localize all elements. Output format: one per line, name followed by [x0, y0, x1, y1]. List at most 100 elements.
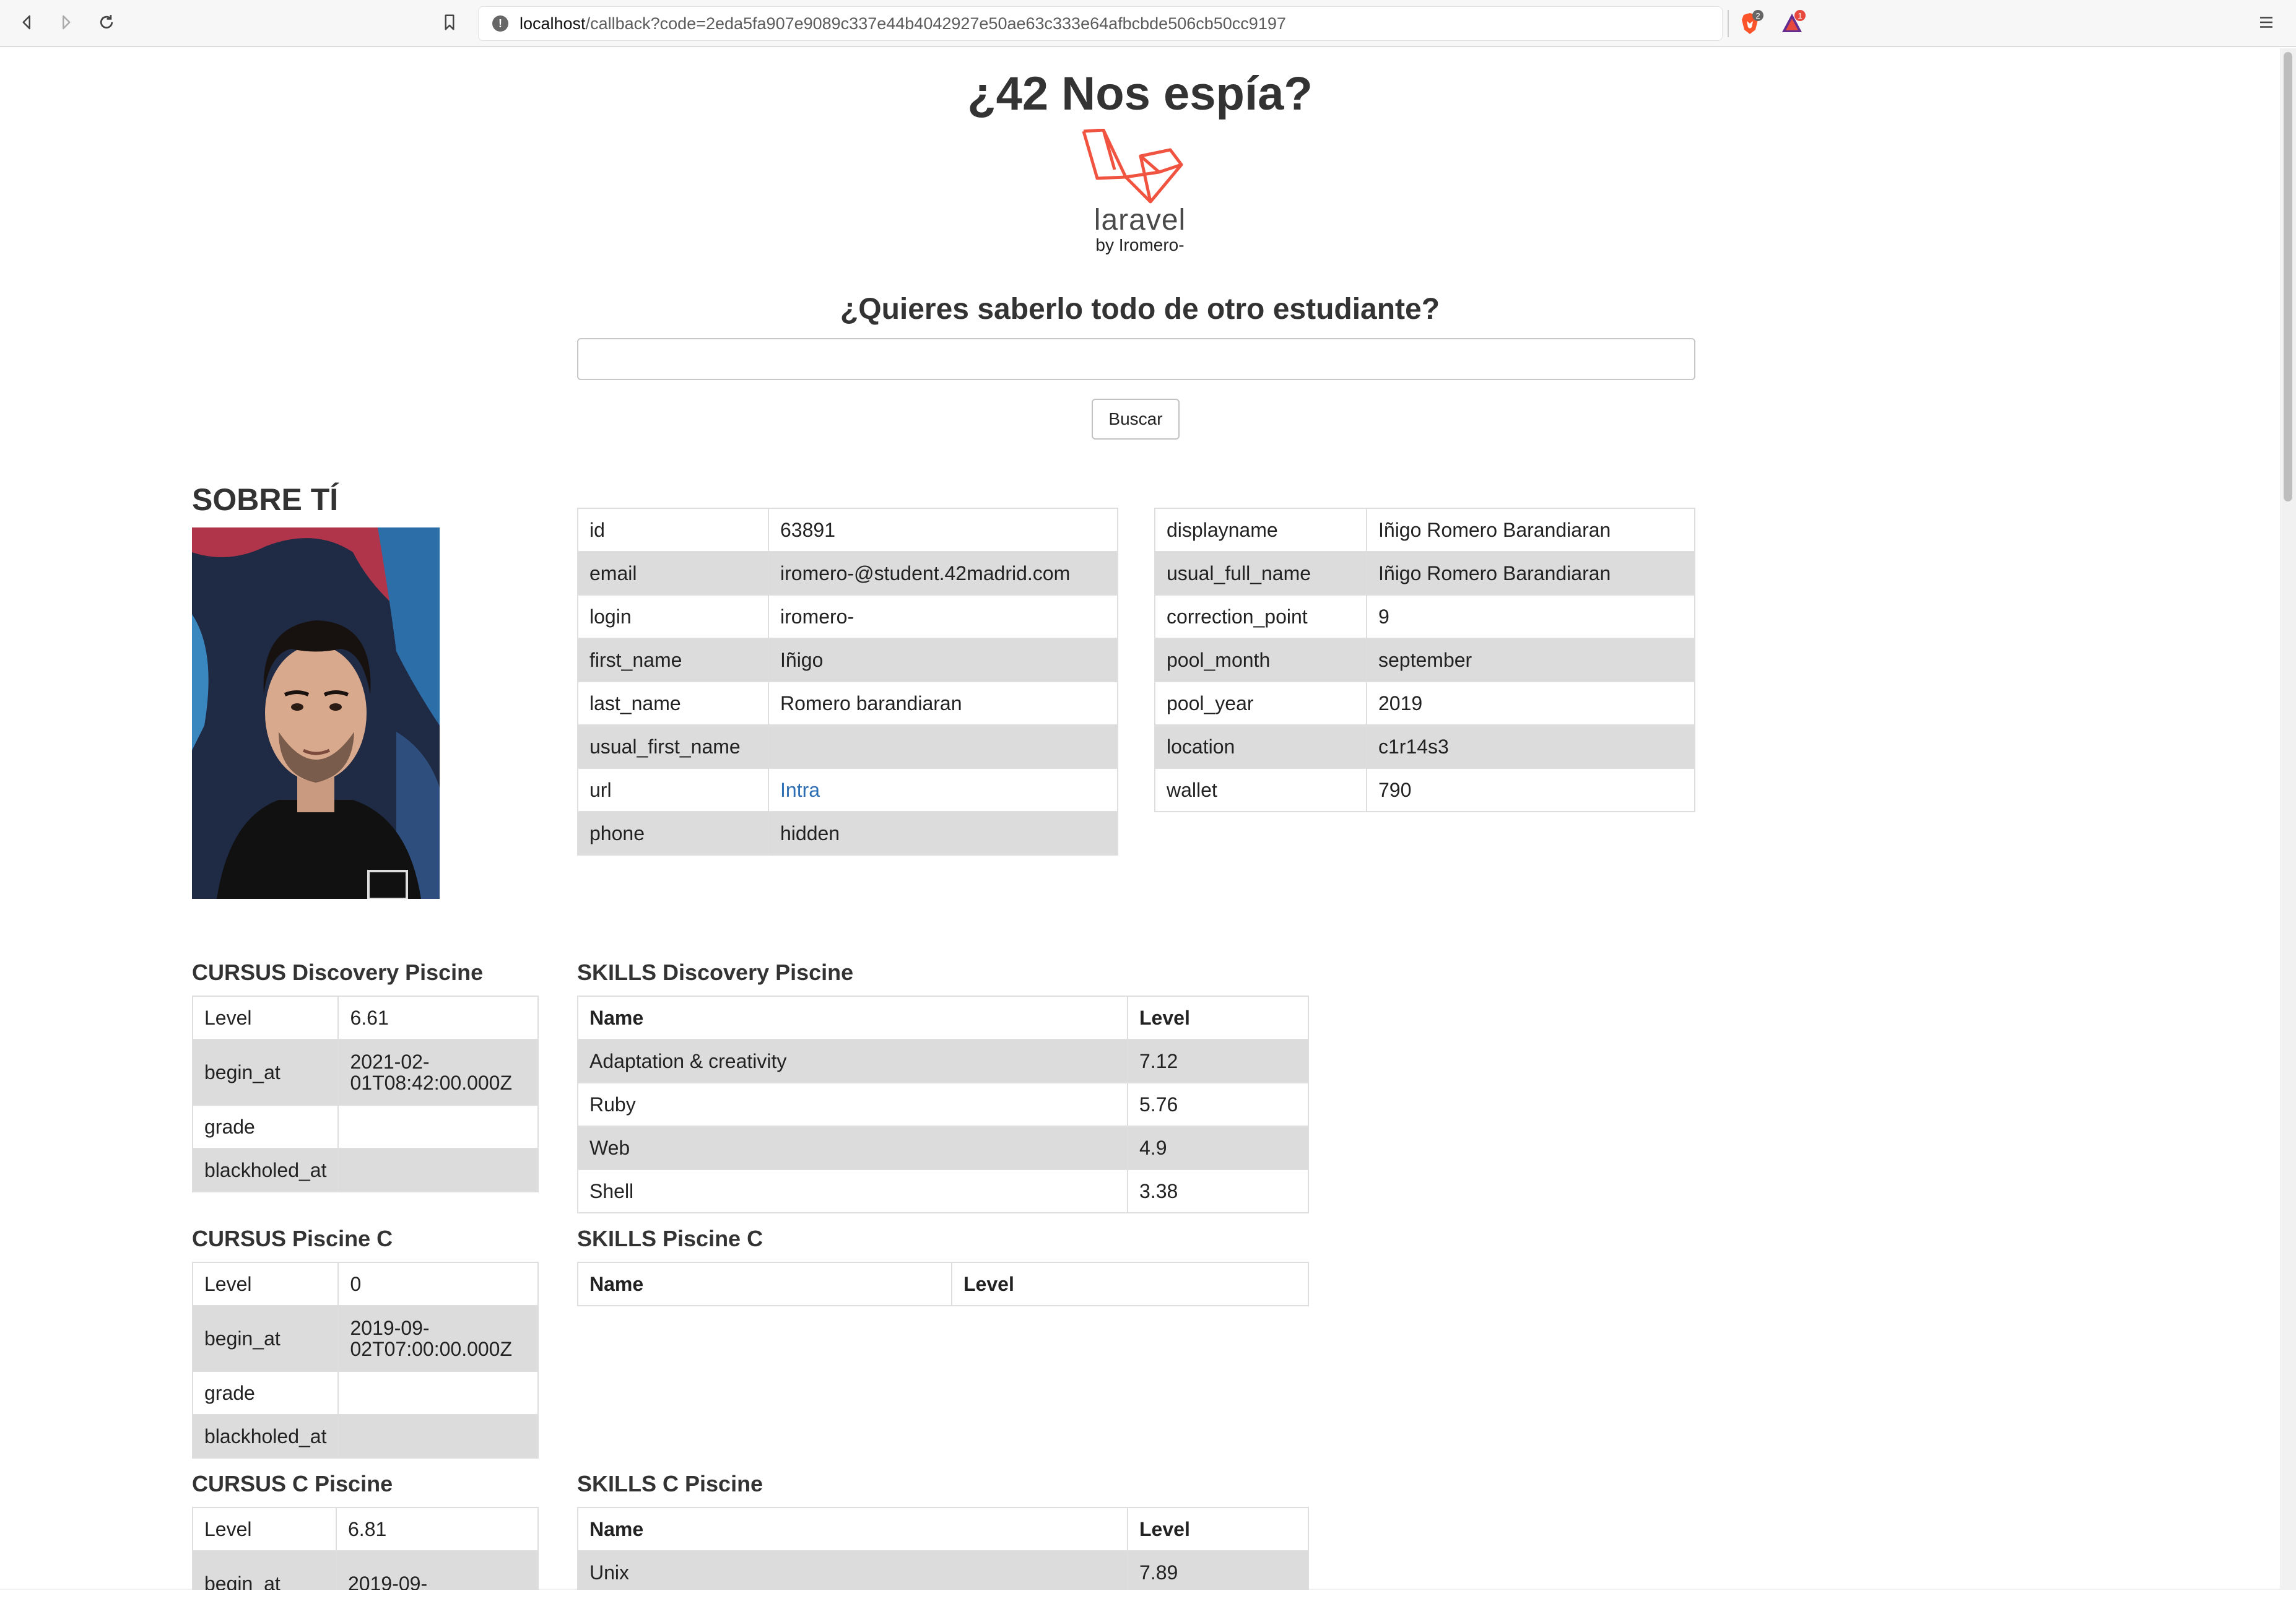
cursus-key: blackholed_at [191, 1148, 339, 1192]
info-value: iromero- [768, 594, 1118, 639]
viewport-bottom-edge [0, 1590, 2280, 1601]
laravel-logo-icon [1082, 129, 1183, 204]
date-line-2: 02T07:00:00.000Z [350, 1338, 513, 1360]
brave-rewards-button[interactable]: 1 [1777, 9, 1807, 38]
back-button[interactable] [14, 9, 41, 36]
date-line-2: 01T08:42:00.000Z [350, 1072, 513, 1094]
cursus-row-grade: grade [191, 1104, 539, 1149]
skills-heading: SKILLS Piscine C [577, 1226, 763, 1251]
cursus-table: Level 6.61 begin_at 2021-02- 01T08:42:00.000… [191, 996, 539, 1192]
info-value: Romero barandiaran [768, 681, 1118, 726]
cursus-row-blackholed-at: blackholed_at [191, 1148, 539, 1192]
search-button[interactable]: Buscar [1092, 399, 1180, 440]
brave-shields-button[interactable]: 2 [1735, 9, 1765, 38]
cursus-key: grade [191, 1371, 339, 1415]
cursus-value [337, 1414, 539, 1459]
skill-name: Unix [577, 1550, 1128, 1595]
cursus-row-begin-at: begin_at 2019-09- 02T07:00:00.000Z [191, 1305, 539, 1372]
about-heading: SOBRE TÍ [192, 482, 339, 517]
skill-row: Shell 3.38 [577, 1169, 1309, 1213]
cursus-heading: CURSUS Piscine C [192, 1226, 393, 1251]
info-key: usual_first_name [577, 724, 769, 769]
cursus-key: grade [191, 1104, 339, 1149]
date-line-1: 2019-09- [350, 1317, 430, 1339]
info-value: Intra [768, 768, 1118, 812]
cursus-row-level: Level 0 [191, 1262, 539, 1306]
info-row-url: url Intra [577, 768, 1118, 812]
rewards-count-badge: 1 [1794, 10, 1806, 21]
skill-row: Unix 7.89 [577, 1550, 1309, 1595]
cursus-value [337, 1371, 539, 1415]
skills-level-header: Level [951, 1262, 1309, 1306]
info-row-location: location c1r14s3 [1154, 724, 1695, 769]
cursus-key: begin_at [191, 1039, 339, 1106]
skills-table: Name Level [577, 1262, 1309, 1306]
info-value: Iñigo [768, 638, 1118, 682]
cursus-key: Level [191, 996, 339, 1040]
bookmark-button[interactable] [436, 9, 463, 36]
skill-name: Adaptation & creativity [577, 1039, 1128, 1083]
info-row-id: id 63891 [577, 508, 1118, 552]
cursus-value: 2021-02- 01T08:42:00.000Z [337, 1039, 539, 1106]
main-menu-button[interactable] [2253, 9, 2280, 36]
skills-table: Name Level Unix 7.89 [577, 1507, 1309, 1595]
info-row-last-name: last_name Romero barandiaran [577, 681, 1118, 726]
info-key: phone [577, 811, 769, 856]
cursus-key: Level [192, 1507, 337, 1551]
info-key: first_name [577, 638, 769, 682]
skill-level: 3.38 [1127, 1169, 1309, 1213]
cursus-table: Level 0 begin_at 2019-09- 02T07:00:00.000Z gr… [191, 1262, 539, 1459]
student-search-input[interactable] [577, 338, 1695, 380]
vertical-scroll-thumb[interactable] [2284, 52, 2292, 501]
address-bar[interactable]: ! localhost/callback?code=2eda5fa907e908… [478, 6, 1723, 41]
info-value: 63891 [768, 508, 1118, 552]
cursus-value [337, 1104, 539, 1149]
skills-header-row: Name Level [577, 1262, 1309, 1306]
back-icon [22, 15, 30, 30]
forward-button[interactable] [52, 9, 79, 36]
skill-row: Adaptation & creativity 7.12 [577, 1039, 1309, 1083]
cursus-key: blackholed_at [191, 1414, 339, 1459]
info-row-pool-month: pool_month september [1154, 638, 1695, 682]
toolbar-divider [1728, 10, 1729, 37]
info-row-phone: phone hidden [577, 811, 1118, 856]
skills-level-header: Level [1127, 996, 1309, 1040]
skills-header-row: Name Level [577, 996, 1309, 1040]
skills-header-row: Name Level [577, 1507, 1309, 1551]
bookmark-icon [445, 14, 454, 30]
profile-photo [192, 527, 440, 899]
info-row-pool-year: pool_year 2019 [1154, 681, 1695, 726]
cursus-row-begin-at: begin_at 2021-02- 01T08:42:00.000Z [191, 1039, 539, 1106]
cursus-value: 6.61 [337, 996, 539, 1040]
skill-row: Web 4.9 [577, 1126, 1309, 1170]
skills-name-header: Name [577, 996, 1128, 1040]
intra-link[interactable]: Intra [780, 779, 820, 801]
shields-count-badge: 2 [1752, 10, 1763, 21]
vertical-scrollbar[interactable] [2280, 48, 2296, 1590]
cursus-row-grade: grade [191, 1371, 539, 1415]
info-row-first-name: first_name Iñigo [577, 638, 1118, 682]
skill-name: Ruby [577, 1082, 1128, 1127]
skill-row: Ruby 5.76 [577, 1082, 1309, 1127]
skill-level: 7.12 [1127, 1039, 1309, 1083]
info-key: last_name [577, 681, 769, 726]
info-icon[interactable]: ! [492, 15, 508, 32]
url-text: localhost/callback?code=2eda5fa907e9089c… [520, 14, 1286, 33]
date-line-1: 2021-02- [350, 1051, 430, 1073]
info-row-wallet: wallet 790 [1154, 768, 1695, 812]
info-row-displayname: displayname Iñigo Romero Barandiaran [1154, 508, 1695, 552]
browser-toolbar: ! localhost/callback?code=2eda5fa907e908… [0, 0, 2296, 47]
info-value [768, 724, 1118, 769]
info-value: Iñigo Romero Barandiaran [1366, 551, 1695, 596]
about-table-left: id 63891 email iromero-@student.42madrid.co… [577, 508, 1118, 856]
hamburger-icon [2260, 17, 2272, 28]
info-key: pool_month [1154, 638, 1367, 682]
info-key: correction_point [1154, 594, 1367, 639]
info-row-correction-point: correction_point 9 [1154, 594, 1695, 639]
skills-level-header: Level [1127, 1507, 1309, 1551]
cursus-value [337, 1148, 539, 1192]
cursus-row-level: Level 6.61 [191, 996, 539, 1040]
info-row-login: login iromero- [577, 594, 1118, 639]
reload-button[interactable] [93, 9, 120, 36]
info-value: hidden [768, 811, 1118, 856]
